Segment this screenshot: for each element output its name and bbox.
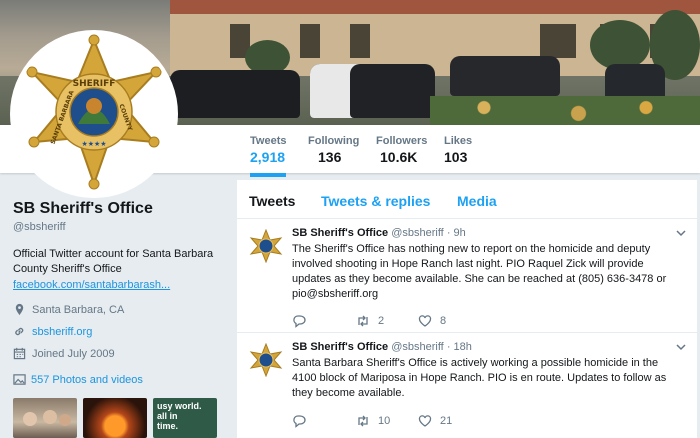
retweet-icon	[358, 415, 368, 427]
profile-name[interactable]: SB Sheriff's Office	[13, 200, 223, 218]
profile-handle[interactable]: @sbsheriff	[13, 221, 223, 233]
tweet-author-name[interactable]: SB Sheriff's Office	[292, 227, 388, 239]
stat-value: 136	[318, 149, 342, 165]
profile-avatar[interactable]: SHERIFF SANTA BARBARA COUNTY ★★★★	[10, 30, 178, 198]
stat-following[interactable]: Following 136	[308, 135, 359, 165]
banner-car	[310, 64, 435, 118]
retweet-icon	[358, 315, 368, 327]
banner-car	[450, 56, 560, 96]
stat-label: Following	[308, 135, 360, 147]
chevron-down-icon[interactable]	[675, 227, 687, 239]
badge-text-top: SHERIFF	[73, 79, 116, 89]
photos-videos-link[interactable]: 557 Photos and videos	[13, 373, 223, 386]
retweet-count: 10	[378, 415, 391, 427]
joined-text: Joined July 2009	[32, 347, 115, 360]
stat-followers[interactable]: Followers 10.6K	[376, 135, 427, 165]
profile-location: Santa Barbara, CA	[13, 303, 223, 316]
retweet-count: 2	[378, 315, 385, 327]
like-count: 21	[440, 415, 453, 427]
tweet[interactable]: SB Sheriff's Office @sbsheriff · 18h San…	[237, 333, 697, 438]
banner-tree	[590, 20, 650, 70]
website-link[interactable]: sbsheriff.org	[32, 326, 92, 338]
retweet-button[interactable]: 10	[356, 414, 390, 428]
stat-value: 2,918	[250, 149, 286, 165]
reply-icon	[293, 415, 306, 428]
like-icon	[418, 415, 432, 427]
stat-likes[interactable]: Likes 103	[444, 135, 472, 165]
profile-bio: Official Twitter account for Santa Barba…	[13, 248, 214, 275]
banner-roof	[170, 0, 700, 14]
stat-label: Followers	[376, 135, 428, 147]
location-text: Santa Barbara, CA	[32, 303, 125, 316]
tab-media[interactable]: Media	[457, 193, 497, 209]
reply-button[interactable]	[292, 414, 314, 428]
tweet-author-handle[interactable]: @sbsheriff	[391, 227, 444, 239]
like-button[interactable]: 8	[418, 314, 446, 328]
thumb-caption: usy world. all in time.	[157, 401, 202, 431]
stat-label: Tweets	[250, 135, 287, 147]
location-icon	[15, 303, 24, 316]
like-count: 8	[440, 315, 447, 327]
banner-door	[540, 24, 576, 58]
thumb-caption-line: usy world.	[157, 401, 202, 411]
thumb-person	[59, 414, 71, 426]
tweet-text: The Sheriff's Office has nothing new to …	[292, 243, 667, 300]
tab-tweets[interactable]: Tweets	[249, 193, 295, 209]
stat-tweets[interactable]: Tweets 2,918	[250, 135, 287, 177]
like-icon	[418, 315, 432, 327]
reply-icon	[293, 315, 306, 328]
thumb-caption-line: all in	[157, 411, 178, 421]
thumb-caption-line: time.	[157, 421, 179, 431]
tab-tweets-replies[interactable]: Tweets & replies	[321, 193, 430, 209]
sheriff-badge-icon: SHERIFF SANTA BARBARA COUNTY ★★★★	[26, 34, 162, 190]
chevron-down-icon[interactable]	[675, 341, 687, 353]
thumb-person	[43, 410, 57, 424]
media-thumbnail[interactable]	[13, 398, 77, 438]
banner-car	[170, 70, 300, 118]
bio-link[interactable]: facebook.com/santabarbarash...	[13, 279, 223, 291]
link-icon	[15, 327, 24, 336]
timeline: Tweets Tweets & replies Media SB Sheriff…	[237, 180, 697, 438]
stat-value: 103	[444, 149, 468, 165]
profile-joined: Joined July 2009	[13, 347, 223, 360]
retweet-button[interactable]: 2	[356, 314, 384, 328]
timeline-tabs: Tweets Tweets & replies Media	[237, 180, 697, 219]
thumb-person	[23, 412, 37, 426]
banner-window	[350, 24, 370, 58]
tweet-text: Santa Barbara Sheriff's Office is active…	[292, 357, 667, 399]
tweet-avatar-badge-icon[interactable]	[249, 229, 283, 263]
tweet-header: SB Sheriff's Office @sbsheriff · 9h	[292, 227, 466, 239]
profile-website: sbsheriff.org	[13, 325, 223, 338]
tweet[interactable]: SB Sheriff's Office @sbsheriff · 9h The …	[237, 219, 697, 333]
photos-icon	[13, 374, 26, 385]
media-thumbnail[interactable]	[83, 398, 147, 438]
tweet-author-name[interactable]: SB Sheriff's Office	[292, 341, 388, 353]
calendar-icon	[13, 347, 26, 360]
stat-label: Likes	[444, 135, 473, 147]
tweet-avatar-badge-icon[interactable]	[249, 343, 283, 377]
tweet-header: SB Sheriff's Office @sbsheriff · 18h	[292, 341, 472, 353]
banner-window	[300, 24, 320, 58]
tweet-timestamp[interactable]: · 9h	[447, 227, 466, 239]
profile-card: SB Sheriff's Office @sbsheriff Official …	[13, 200, 223, 386]
media-thumbnails: usy world. all in time.	[13, 398, 223, 438]
tweet-author-handle[interactable]: @sbsheriff	[391, 341, 444, 353]
like-button[interactable]: 21	[418, 414, 452, 428]
reply-button[interactable]	[292, 314, 314, 328]
media-thumbnail[interactable]: usy world. all in time.	[153, 398, 217, 438]
tweet-timestamp[interactable]: · 18h	[447, 341, 472, 353]
banner-flowers	[430, 96, 700, 125]
photos-text: 557 Photos and videos	[31, 373, 143, 386]
badge-stars: ★★★★	[81, 140, 106, 148]
stat-value: 10.6K	[380, 149, 418, 165]
